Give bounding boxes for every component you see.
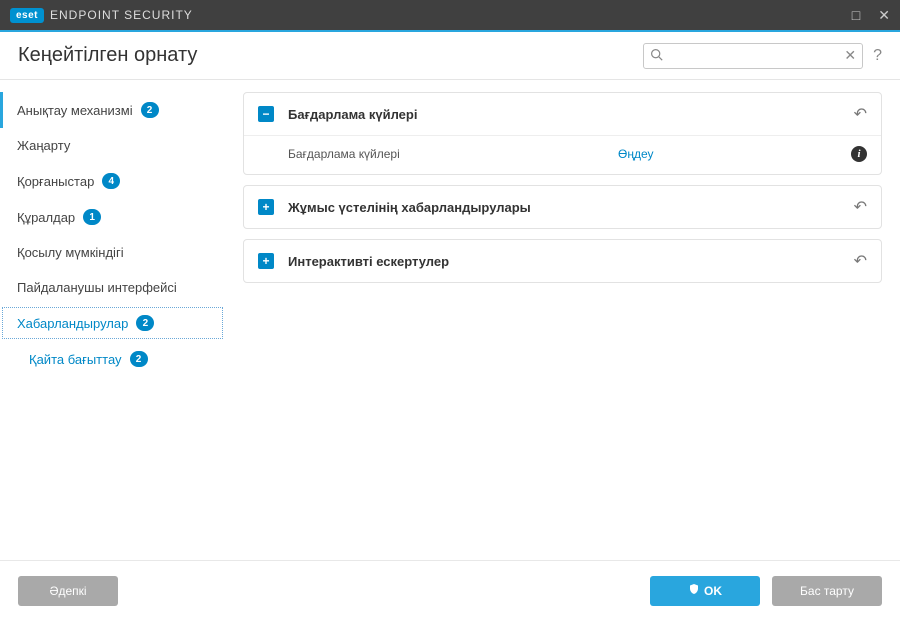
expand-icon[interactable]: + xyxy=(258,253,274,269)
brand: eset ENDPOINT SECURITY xyxy=(10,8,193,23)
titlebar: eset ENDPOINT SECURITY □ ✕ xyxy=(0,0,900,30)
default-button[interactable]: Әдепкі xyxy=(18,576,118,606)
panel-header[interactable]: + Интерактивті ескертулер ↶ xyxy=(244,240,881,282)
maximize-icon[interactable]: □ xyxy=(852,7,860,24)
panel-desktop-notifications: + Жұмыс үстелінің хабарландырулары ↶ xyxy=(243,185,882,229)
content: − Бағдарлама күйлері ↶ Бағдарлама күйлер… xyxy=(225,80,900,560)
sidebar-item-label: Хабарландырулар xyxy=(17,316,128,331)
clear-icon[interactable]: ✕ xyxy=(844,47,856,64)
sidebar-item-tools[interactable]: Құралдар 1 xyxy=(0,199,225,235)
footer: Әдепкі OK Бас тарту xyxy=(0,560,900,620)
window-controls: □ ✕ xyxy=(852,7,890,24)
sidebar-item-label: Жаңарту xyxy=(17,138,70,153)
sidebar-item-label: Қорғаныстар xyxy=(17,174,94,189)
sidebar: Анықтау механизмі 2 Жаңарту Қорғаныстар … xyxy=(0,80,225,560)
panel-title: Жұмыс үстелінің хабарландырулары xyxy=(288,200,854,215)
ok-label: OK xyxy=(704,584,722,598)
badge: 4 xyxy=(102,173,120,189)
search-box[interactable]: ✕ xyxy=(643,43,863,69)
sidebar-item-label: Қосылу мүмкіндігі xyxy=(17,245,124,260)
header: Кеңейтілген орнату ✕ ? xyxy=(0,32,900,80)
sidebar-item-label: Құралдар xyxy=(17,210,75,225)
badge: 2 xyxy=(136,315,154,331)
sidebar-item-label: Қайта бағыттау xyxy=(29,352,122,367)
brand-badge: eset xyxy=(10,8,44,23)
panel-header[interactable]: − Бағдарлама күйлері ↶ xyxy=(244,93,881,135)
edit-link[interactable]: Өңдеу xyxy=(618,147,654,161)
collapse-icon[interactable]: − xyxy=(258,106,274,122)
sidebar-item-ui[interactable]: Пайдаланушы интерфейсі xyxy=(0,270,225,305)
sidebar-item-connectivity[interactable]: Қосылу мүмкіндігі xyxy=(0,235,225,270)
cancel-button[interactable]: Бас тарту xyxy=(772,576,882,606)
reset-icon[interactable]: ↶ xyxy=(854,104,867,124)
search-icon xyxy=(650,48,663,64)
row-label: Бағдарлама күйлері xyxy=(288,147,618,161)
close-icon[interactable]: ✕ xyxy=(878,7,890,24)
panel-title: Бағдарлама күйлері xyxy=(288,107,854,122)
info-icon[interactable]: i xyxy=(851,146,867,162)
badge: 2 xyxy=(130,351,148,367)
expand-icon[interactable]: + xyxy=(258,199,274,215)
sidebar-item-update[interactable]: Жаңарту xyxy=(0,128,225,163)
panel-interactive-alerts: + Интерактивті ескертулер ↶ xyxy=(243,239,882,283)
search-input[interactable] xyxy=(667,49,844,63)
sidebar-item-notifications[interactable]: Хабарландырулар 2 xyxy=(0,305,225,341)
shield-icon xyxy=(688,583,700,598)
page-title: Кеңейтілген орнату xyxy=(18,44,197,67)
panel-row: Бағдарлама күйлері Өңдеу i xyxy=(244,135,881,174)
sidebar-item-label: Пайдаланушы интерфейсі xyxy=(17,280,177,295)
sidebar-item-label: Анықтау механизмі xyxy=(17,103,133,118)
panel-app-states: − Бағдарлама күйлері ↶ Бағдарлама күйлер… xyxy=(243,92,882,175)
brand-text: ENDPOINT SECURITY xyxy=(50,8,193,22)
panel-title: Интерактивті ескертулер xyxy=(288,254,854,269)
badge: 1 xyxy=(83,209,101,225)
sidebar-item-forwarding[interactable]: Қайта бағыттау 2 xyxy=(0,341,225,377)
badge: 2 xyxy=(141,102,159,118)
reset-icon[interactable]: ↶ xyxy=(854,197,867,217)
help-icon[interactable]: ? xyxy=(873,47,882,65)
ok-button[interactable]: OK xyxy=(650,576,760,606)
reset-icon[interactable]: ↶ xyxy=(854,251,867,271)
sidebar-item-detection[interactable]: Анықтау механизмі 2 xyxy=(0,92,225,128)
sidebar-item-protections[interactable]: Қорғаныстар 4 xyxy=(0,163,225,199)
panel-header[interactable]: + Жұмыс үстелінің хабарландырулары ↶ xyxy=(244,186,881,228)
